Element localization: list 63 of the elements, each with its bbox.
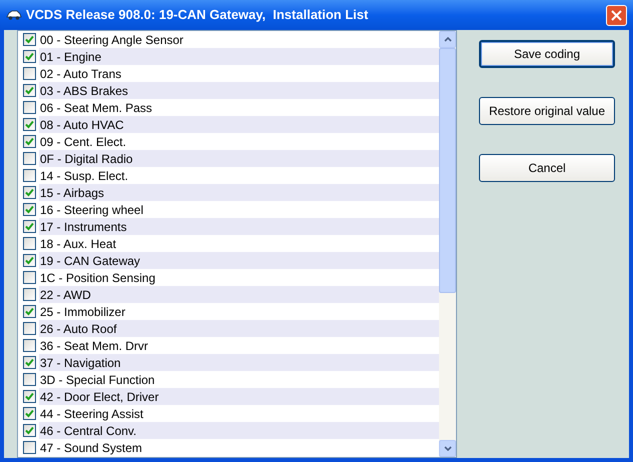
module-label[interactable]: 46 - Central Conv. xyxy=(39,422,439,439)
car-icon xyxy=(6,9,22,21)
chevron-up-icon xyxy=(444,37,452,42)
module-label[interactable]: 3D - Special Function xyxy=(39,371,439,388)
checkbox[interactable] xyxy=(23,237,36,250)
chevron-down-icon xyxy=(444,446,452,451)
checkbox[interactable] xyxy=(23,322,36,335)
module-label[interactable]: 36 - Seat Mem. Drvr xyxy=(39,337,439,354)
module-label[interactable]: 00 - Steering Angle Sensor xyxy=(39,31,439,48)
module-label[interactable]: 0F - Digital Radio xyxy=(39,150,439,167)
module-label[interactable]: 19 - CAN Gateway xyxy=(39,252,439,269)
checkbox[interactable] xyxy=(23,220,36,233)
checkbox[interactable] xyxy=(23,186,36,199)
module-label[interactable]: 14 - Susp. Elect. xyxy=(39,167,439,184)
module-label[interactable]: 44 - Steering Assist xyxy=(39,405,439,422)
scroll-down-button[interactable] xyxy=(439,440,456,457)
module-label[interactable]: 17 - Instruments xyxy=(39,218,439,235)
module-label[interactable]: 42 - Door Elect, Driver xyxy=(39,388,439,405)
module-label[interactable]: 01 - Engine xyxy=(39,48,439,65)
checkbox[interactable] xyxy=(23,407,36,420)
checkbox[interactable] xyxy=(23,356,36,369)
checkbox[interactable] xyxy=(23,101,36,114)
checkbox[interactable] xyxy=(23,271,36,284)
close-icon xyxy=(611,10,622,20)
module-label[interactable]: 18 - Aux. Heat xyxy=(39,235,439,252)
checkbox[interactable] xyxy=(23,305,36,318)
checkbox[interactable] xyxy=(23,254,36,267)
module-label[interactable]: 15 - Airbags xyxy=(39,184,439,201)
checkbox[interactable] xyxy=(23,67,36,80)
module-label[interactable]: 26 - Auto Roof xyxy=(39,320,439,337)
checkbox[interactable] xyxy=(23,424,36,437)
checkbox[interactable] xyxy=(23,390,36,403)
module-label[interactable]: 22 - AWD xyxy=(39,286,439,303)
checkbox[interactable] xyxy=(23,33,36,46)
scrollbar[interactable] xyxy=(439,31,456,457)
module-label[interactable]: 25 - Immobilizer xyxy=(39,303,439,320)
dialog-button[interactable]: Cancel xyxy=(479,154,615,182)
module-label[interactable]: 03 - ABS Brakes xyxy=(39,82,439,99)
dialog-button[interactable]: Save coding xyxy=(479,40,615,68)
close-button[interactable] xyxy=(606,4,627,26)
dialog-button[interactable]: Restore original value xyxy=(479,97,615,125)
checkbox[interactable] xyxy=(23,152,36,165)
module-label[interactable]: 37 - Navigation xyxy=(39,354,439,371)
checkbox[interactable] xyxy=(23,339,36,352)
module-label[interactable]: 08 - Auto HVAC xyxy=(39,116,439,133)
window-title: VCDS Release 908.0: 19-CAN Gateway, Installation List xyxy=(26,6,370,24)
module-label[interactable]: 1C - Position Sensing xyxy=(39,269,439,286)
checkbox[interactable] xyxy=(23,169,36,182)
checkbox[interactable] xyxy=(23,135,36,148)
module-label[interactable]: 09 - Cent. Elect. xyxy=(39,133,439,150)
module-label[interactable]: 47 - Sound System xyxy=(39,439,439,456)
scroll-thumb[interactable] xyxy=(439,48,456,293)
checkbox[interactable] xyxy=(23,118,36,131)
checkbox[interactable] xyxy=(23,441,36,454)
scroll-up-button[interactable] xyxy=(439,31,456,48)
module-label[interactable]: 16 - Steering wheel xyxy=(39,201,439,218)
checkbox[interactable] xyxy=(23,288,36,301)
checkbox[interactable] xyxy=(23,373,36,386)
checkbox[interactable] xyxy=(23,84,36,97)
module-label[interactable]: 02 - Auto Trans xyxy=(39,65,439,82)
checkbox[interactable] xyxy=(23,203,36,216)
checkbox[interactable] xyxy=(23,50,36,63)
module-label[interactable]: 06 - Seat Mem. Pass xyxy=(39,99,439,116)
